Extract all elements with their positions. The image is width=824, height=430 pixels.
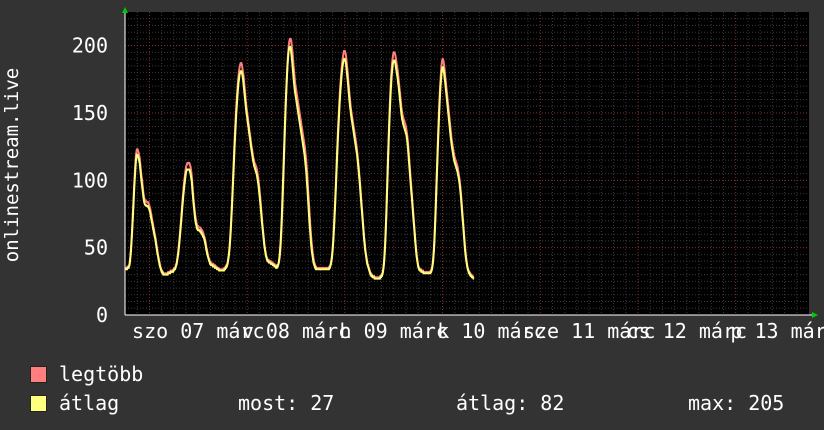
legend-item-atlag: átlag <box>30 391 119 415</box>
y-axis-label: onlinestream.live <box>1 68 23 262</box>
x-tick-labels: szo 07 márcv 08 márch 09 márck 10 márcsz… <box>132 319 824 343</box>
y-tick-label: 200 <box>72 34 108 58</box>
y-tick-label: 150 <box>72 101 108 125</box>
x-tick-label: p 13 márc <box>730 319 824 343</box>
legend-swatch-atlag <box>30 394 47 412</box>
y-tick-labels: 0 50 100 150 200 <box>72 34 108 327</box>
x-tick-label: cs 12 márc <box>627 319 747 343</box>
y-axis-arrow-icon <box>122 7 128 13</box>
stat-most: most: 27 <box>238 391 335 415</box>
legend-swatch-legtobb <box>30 365 47 383</box>
legend-label-atlag: átlag <box>59 391 120 415</box>
legend-item-legtobb: legtöbb <box>30 362 143 386</box>
y-tick-label: 0 <box>96 303 108 327</box>
stat-max: max: 205 <box>688 391 785 415</box>
legend-label-legtobb: legtöbb <box>59 362 144 386</box>
x-tick-label: h 09 márc <box>340 319 448 343</box>
x-axis-arrow-icon <box>812 312 818 318</box>
y-tick-label: 50 <box>84 236 108 260</box>
stat-atlag: átlag: 82 <box>456 391 565 415</box>
x-tick-label: v 08 márc <box>242 319 350 343</box>
y-tick-label: 100 <box>72 168 108 192</box>
